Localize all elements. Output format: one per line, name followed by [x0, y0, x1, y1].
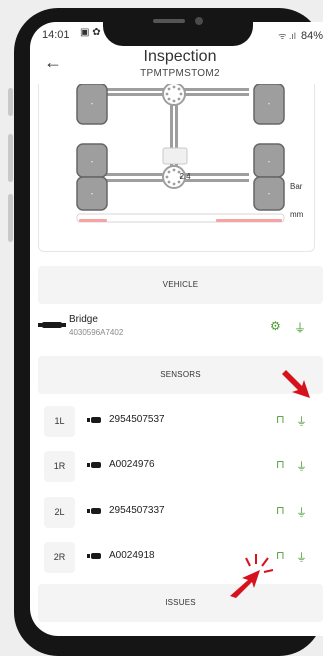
sensor-position: 2L: [44, 497, 75, 528]
tire-diagram-card: - - - - - - 2.4 Bar mm: [38, 84, 315, 252]
status-notification-icons: ▣ ✿: [80, 27, 101, 38]
status-time: 14:01: [42, 29, 70, 41]
back-arrow-icon[interactable]: ←: [44, 52, 62, 73]
sensor-position: 2R: [44, 542, 75, 573]
sensor-row[interactable]: 1R A0024976 ⊓ ⏚: [38, 447, 323, 485]
sensor-row[interactable]: 2L 2954507337 ⊓ ⏚: [38, 493, 323, 531]
vehicle-row[interactable]: Bridge 4030596A7402 ⚙ ⏚: [38, 306, 323, 356]
guide-arrow-icon: [282, 370, 310, 398]
lock-icon[interactable]: ⊓: [276, 504, 285, 517]
front-camera: [195, 17, 203, 25]
tire-1L-value: -: [91, 99, 94, 108]
sensor-row[interactable]: 2R A0024918 ⊓ ⏚: [38, 538, 323, 576]
lock-icon[interactable]: ⊓: [276, 458, 285, 471]
issues-section-header[interactable]: ISSUES: [38, 584, 323, 622]
vehicle-section-header[interactable]: VEHICLE: [38, 266, 323, 304]
sensor-serial: A0024976: [109, 459, 155, 470]
battery-level: 84%: [300, 30, 323, 42]
sensor-icon: [87, 553, 101, 559]
page-title: Inspection: [143, 48, 217, 65]
axle-value: 2.4: [179, 172, 191, 181]
sensor-icon: [87, 508, 101, 514]
sensor-position: 1L: [44, 406, 75, 437]
svg-text:-: -: [268, 157, 271, 166]
vehicle-name: Bridge: [69, 314, 98, 325]
tire-1R-value: -: [268, 99, 271, 108]
tap-indicator-icon: [230, 554, 274, 598]
app-screen: 14:01 ▣ ✿ ᯤ .ıl 84% ← Inspection TPMTPMS…: [30, 22, 323, 636]
app-header: ← Inspection TPMTPMSTOM2: [30, 46, 323, 84]
lock-icon[interactable]: ⊓: [276, 413, 285, 426]
page-subtitle: TPMTPMSTOM2: [140, 68, 220, 79]
gear-icon[interactable]: ⚙: [270, 319, 281, 333]
svg-text:-: -: [268, 189, 271, 198]
phone-side-button: [8, 88, 13, 116]
vehicle-id: 4030596A7402: [69, 328, 124, 337]
plug-icon[interactable]: ⏚: [296, 504, 307, 520]
truck-icon: [38, 322, 66, 328]
plug-icon[interactable]: ⏚: [294, 319, 306, 336]
sensor-icon: [87, 462, 101, 468]
plug-icon[interactable]: ⏚: [296, 549, 307, 565]
speaker-grille: [153, 19, 185, 23]
lock-icon[interactable]: ⊓: [276, 549, 285, 562]
pressure-unit-label: Bar: [290, 182, 303, 191]
sensor-position: 1R: [44, 451, 75, 482]
phone-notch: [103, 8, 253, 46]
sensors-section-header[interactable]: SENSORS: [38, 356, 323, 394]
sensor-serial: 2954507337: [109, 505, 165, 516]
plug-icon[interactable]: ⏚: [296, 413, 307, 429]
sensor-icon: [87, 417, 101, 423]
plug-icon[interactable]: ⏚: [296, 458, 307, 474]
axle-diagram: - - - - - -: [76, 84, 285, 223]
svg-text:-: -: [91, 157, 94, 166]
inspection-content[interactable]: - - - - - - 2.4 Bar mm VEHICLE Bridge 40…: [30, 84, 323, 636]
phone-volume-up: [8, 134, 13, 182]
depth-unit-label: mm: [290, 210, 304, 219]
status-right: ᯤ .ıl 84%: [278, 29, 323, 42]
phone-volume-down: [8, 194, 13, 242]
sensor-serial: A0024918: [109, 550, 155, 561]
signal-icon: ᯤ .ıl: [278, 31, 296, 41]
sensor-serial: 2954507537: [109, 414, 165, 425]
sensor-row[interactable]: 1L 2954507537 ⊓ ⏚: [38, 402, 323, 440]
svg-text:-: -: [91, 189, 94, 198]
